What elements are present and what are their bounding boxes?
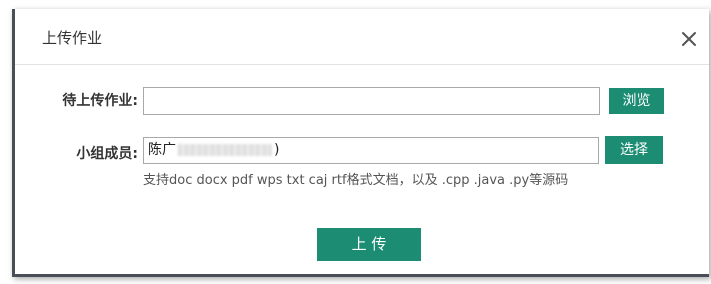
dialog-header: 上传作业 bbox=[15, 9, 709, 65]
upload-button[interactable]: 上 传 bbox=[317, 228, 421, 261]
work-file-label: 待上传作业: bbox=[62, 93, 138, 109]
dialog-title: 上传作业 bbox=[42, 29, 103, 47]
members-label: 小组成员: bbox=[76, 146, 138, 162]
page: 上传作业 待上传作业: 浏览 小组成员: 陈广) 选择 支持doc docx p… bbox=[0, 0, 711, 284]
select-members-button[interactable]: 选择 bbox=[605, 136, 663, 164]
work-file-input[interactable] bbox=[143, 87, 600, 115]
redacted-text bbox=[178, 144, 272, 156]
upload-dialog: 上传作业 待上传作业: 浏览 小组成员: 陈广) 选择 支持doc docx p… bbox=[12, 9, 709, 277]
members-name-prefix: 陈广 bbox=[148, 142, 176, 158]
supported-formats-hint: 支持doc docx pdf wps txt caj rtf格式文档，以及 .c… bbox=[143, 173, 569, 188]
members-input[interactable]: 陈广) bbox=[143, 137, 599, 164]
close-icon bbox=[679, 29, 699, 49]
members-name-suffix: ) bbox=[274, 142, 280, 158]
close-button[interactable] bbox=[679, 29, 699, 49]
browse-button[interactable]: 浏览 bbox=[609, 88, 664, 114]
